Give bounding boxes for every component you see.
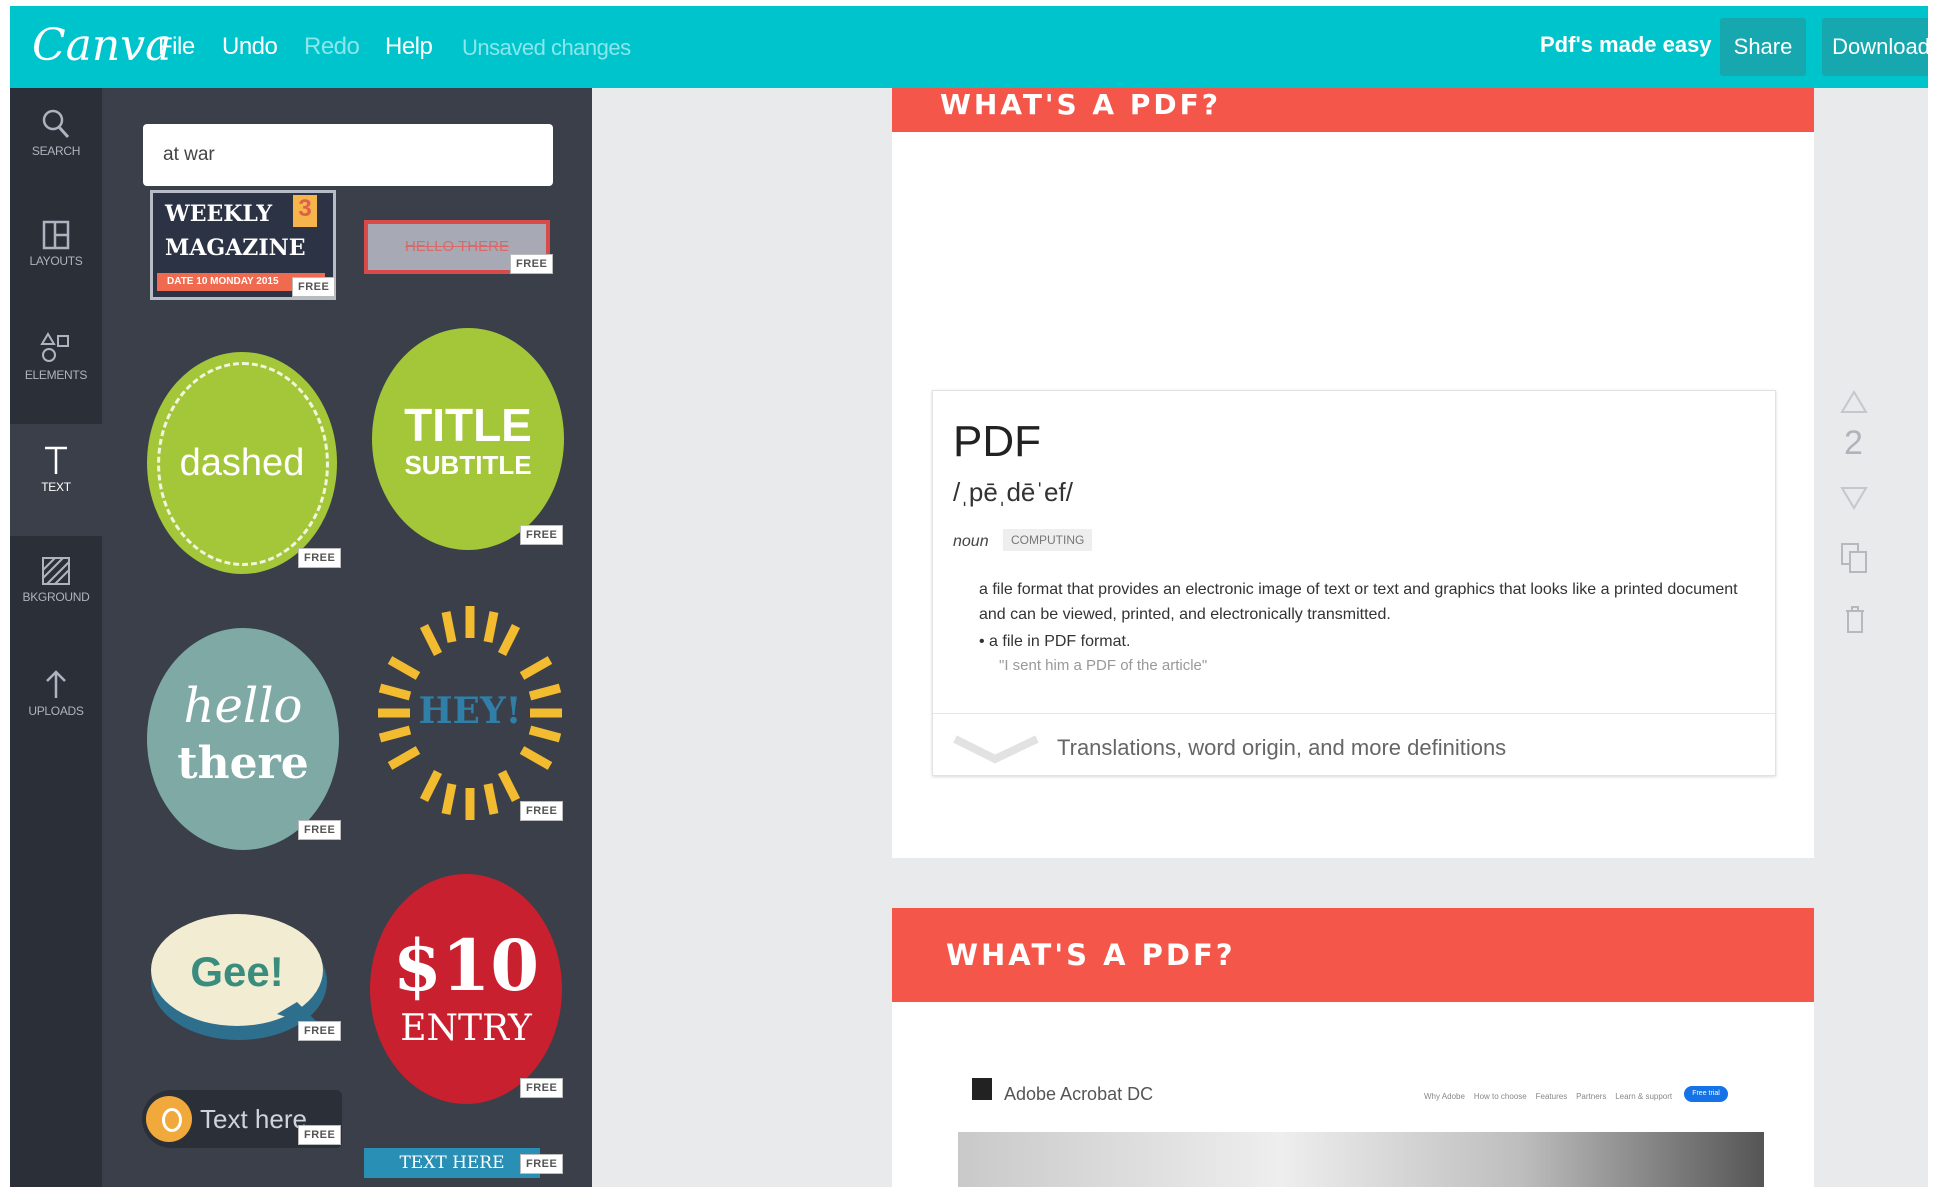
rail-item-background[interactable]: BKGROUND [10,536,102,648]
dashed-text: dashed [179,442,305,484]
issue-number: 3 [293,195,317,227]
acrobat-title: Adobe Acrobat DC [1004,1084,1154,1104]
page-number: 2 [1844,424,1863,462]
text-here-label: Text here [200,1104,307,1134]
example-text: "I sent him a PDF of the article" [999,657,1208,674]
pronunciation: /ˌpēˌdēˈef/ [953,477,1073,507]
gee-text: Gee! [190,948,284,995]
rail-label: SEARCH [31,144,81,158]
rail-item-layouts[interactable]: LAYOUTS [10,200,102,312]
title-text: TITLE [404,399,532,451]
hello-box-text: HELLO THERE [405,238,509,255]
title-subtitle-template[interactable]: TITLE SUBTITLE [372,328,564,550]
hello-text: hello [183,678,303,734]
duplicate-icon[interactable] [1840,542,1868,574]
price-text: $10 [392,924,540,1007]
sub-definition: a file in PDF format. [989,633,1131,650]
page2-banner[interactable]: WHAT'S A PDF? [892,908,1814,1002]
share-button[interactable]: Share [1720,18,1806,76]
text-panel: at war WEEKLY MAGAZINE 3 DATE 10 MONDAY … [102,88,592,1187]
free-badge: FREE [520,1078,564,1098]
subtitle-text: SUBTITLE [404,450,532,480]
free-badge: FREE [520,525,564,545]
more-definitions-link[interactable]: Translations, word origin, and more defi… [1057,735,1506,761]
entry-text: ENTRY [400,1008,532,1049]
hello-there-template[interactable]: hello there [147,628,339,850]
free-badge: FREE [520,801,564,821]
rail-item-search[interactable]: SEARCH [10,88,102,200]
magazine-text: MAGAZINE [165,235,306,261]
save-status: Unsaved changes [462,35,631,60]
rail-label: BKGROUND [22,590,90,604]
chevron-down-icon[interactable] [951,731,1041,765]
background-icon [42,557,70,585]
canva-editor: Canva File Undo Redo Help Unsaved change… [10,6,1928,1187]
search-icon [42,109,70,139]
ribbon-text: TEXT HERE [399,1153,505,1173]
category-tag: COMPUTING [1003,529,1093,551]
document-title[interactable]: Pdf's made easy [1540,32,1712,58]
dashed-template[interactable]: dashed [147,352,337,574]
top-bar: Canva File Undo Redo Help Unsaved change… [10,6,1928,88]
free-badge: FREE [298,1021,342,1041]
adobe-logo [972,1078,992,1100]
text-icon [45,446,67,474]
free-badge: FREE [520,1154,564,1174]
layouts-icon [42,220,70,250]
hey-sunburst-template[interactable]: HEY! [370,598,570,828]
there-text: there [177,738,309,789]
acrobat-nav: Why Adobe How to choose Features Partner… [1424,1092,1673,1101]
file-menu[interactable]: File [158,33,195,61]
rail-item-text[interactable]: TEXT [10,424,102,536]
side-rail: SEARCH LAYOUTS ELEMENTS TEXT BKGROUND UP… [10,88,102,1187]
acrobat-screenshot[interactable]: Adobe Acrobat DC Why Adobe How to choose… [958,1064,1764,1187]
move-down-icon[interactable] [1840,486,1868,510]
rail-label: UPLOADS [28,704,84,718]
move-up-icon[interactable] [1840,390,1868,414]
rail-item-elements[interactable]: ELEMENTS [10,312,102,424]
free-badge: FREE [292,277,336,297]
free-badge: FREE [510,254,554,274]
rail-label: LAYOUTS [29,254,83,268]
free-badge: FREE [298,1125,342,1145]
rail-item-uploads[interactable]: UPLOADS [10,648,102,760]
free-badge: FREE [298,548,342,568]
definition-text: a file format that provides an electroni… [979,581,1738,623]
definition-word: PDF [953,417,1041,466]
trash-icon[interactable] [1844,606,1866,634]
elements-icon [40,332,69,362]
lightbulb-icon [146,1096,192,1142]
search-input[interactable]: at war [143,124,553,186]
upload-icon [46,670,66,698]
page2-banner-text: WHAT'S A PDF? [946,938,1236,972]
rail-label: ELEMENTS [24,368,88,382]
undo-button[interactable]: Undo [222,33,278,61]
hey-text: HEY! [418,690,522,732]
hero-photo [958,1132,1764,1187]
price-entry-template[interactable]: $10 ENTRY [370,874,562,1104]
text-here-ribbon-template[interactable]: TEXT HERE [364,1148,540,1178]
page1-banner[interactable]: WHAT'S A PDF? [892,88,1814,132]
free-badge: FREE [298,820,342,840]
help-menu[interactable]: Help [385,33,433,61]
search-value: at war [163,144,215,165]
download-button[interactable]: Download [1822,18,1928,76]
rail-label: TEXT [41,480,71,494]
weekly-text: WEEKLY [165,201,273,227]
canva-logo[interactable]: Canva [32,20,171,71]
free-trial-button: Free trial [1684,1086,1728,1102]
page1-banner-text: WHAT'S A PDF? [940,88,1221,121]
part-of-speech: noun [953,533,989,550]
definition-card[interactable]: PDF /ˌpēˌdēˈef/ noun COMPUTING a file fo… [932,390,1776,776]
redo-button[interactable]: Redo [304,33,360,61]
